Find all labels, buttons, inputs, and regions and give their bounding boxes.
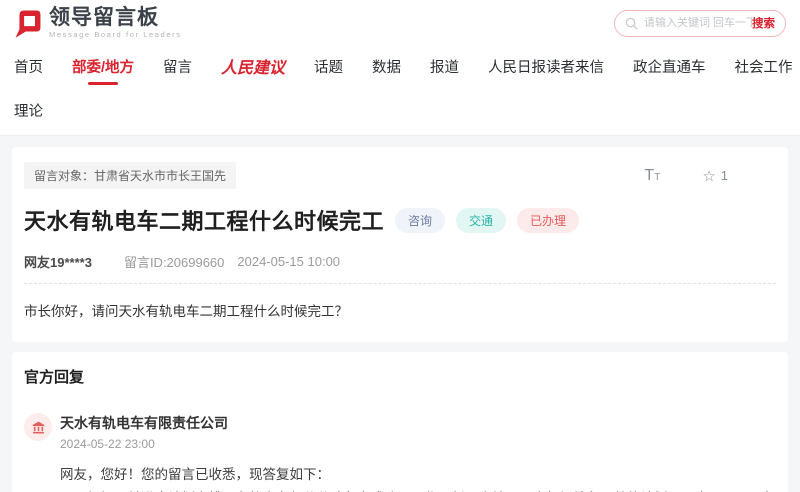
reply-body: 网友，您好！您的留言已收悉，现答复如下： 根据目前进度计划安排，有轨电车部分分阶… (60, 463, 776, 492)
nav-row-2: 理论 (14, 94, 786, 127)
tag-0: 咨询 (395, 208, 445, 233)
tag-2: 已办理 (517, 208, 579, 233)
reply-paragraph-1: 网友，您好！您的留言已收悉，现答复如下： (60, 463, 776, 487)
nav-item-peoples-suggestions[interactable]: 人民建议 (221, 48, 285, 84)
reply-paragraph-2: 根据目前进度计划安排，有轨电车部分分阶段完成建设工作：新三中站至天水机场站段，总… (60, 487, 776, 492)
nav-item-data[interactable]: 数据 (372, 50, 401, 83)
nav-item-gov-biz-line[interactable]: 政企直通车 (633, 50, 706, 83)
message-date: 2024-05-15 10:00 (237, 254, 340, 269)
logo-title: 领导留言板 (49, 7, 182, 28)
government-building-icon (31, 420, 46, 435)
nav-item-social-work[interactable]: 社会工作 (735, 50, 793, 83)
message-card: 留言对象：甘肃省天水市市长王国先 TT ☆ 1 天水有轨电车二期工程什么时候完工… (12, 147, 788, 342)
favorite-button[interactable]: ☆ 1 (702, 167, 728, 185)
message-id: 留言ID:20699660 (124, 252, 224, 271)
reply-section-title: 官方回复 (24, 366, 776, 387)
nav-row-1: 首页 部委/地方 留言 人民建议 话题 数据 报道 人民日报读者来信 政企直通车… (14, 48, 786, 84)
nav-item-theory[interactable]: 理论 (14, 94, 43, 127)
header: 领导留言板 Message Board for Leaders 搜索 (0, 0, 800, 46)
message-body: 市长你好，请问天水有轨电车二期工程什么时候完工？ (24, 300, 776, 320)
search-box[interactable]: 搜索 (614, 10, 786, 37)
message-title: 天水有轨电车二期工程什么时候完工 (24, 204, 384, 236)
message-author: 网友19****3 (24, 252, 92, 271)
logo-subtitle: Message Board for Leaders (49, 31, 182, 39)
main-nav: 首页 部委/地方 留言 人民建议 话题 数据 报道 人民日报读者来信 政企直通车… (0, 46, 800, 136)
message-target-tag: 留言对象：甘肃省天水市市长王国先 (24, 162, 236, 189)
nav-item-ministries-local[interactable]: 部委/地方 (72, 50, 134, 83)
logo-icon (14, 8, 42, 38)
nav-item-home[interactable]: 首页 (14, 50, 43, 83)
nav-item-topics[interactable]: 话题 (314, 50, 343, 83)
nav-item-messages[interactable]: 留言 (163, 50, 192, 83)
site-logo[interactable]: 领导留言板 Message Board for Leaders (14, 7, 182, 39)
nav-item-reports[interactable]: 报道 (430, 50, 459, 83)
reply-date: 2024-05-22 23:00 (60, 437, 228, 451)
tag-1: 交通 (456, 208, 506, 233)
official-reply-card: 官方回复 天水有轨电车有限责任公司 2024-05-22 23:00 网友，您好… (12, 352, 788, 492)
star-count: 1 (721, 168, 728, 183)
search-input[interactable] (644, 17, 752, 29)
nav-item-reader-letters[interactable]: 人民日报读者来信 (488, 50, 604, 83)
divider (24, 283, 776, 284)
search-icon (625, 17, 638, 30)
org-avatar (24, 413, 52, 441)
content-area: 留言对象：甘肃省天水市市长王国先 TT ☆ 1 天水有轨电车二期工程什么时候完工… (0, 136, 800, 492)
font-size-tool[interactable]: TT (644, 167, 660, 185)
reply-org-name: 天水有轨电车有限责任公司 (60, 413, 228, 433)
search-button[interactable]: 搜索 (752, 15, 775, 31)
star-icon: ☆ (702, 167, 715, 185)
